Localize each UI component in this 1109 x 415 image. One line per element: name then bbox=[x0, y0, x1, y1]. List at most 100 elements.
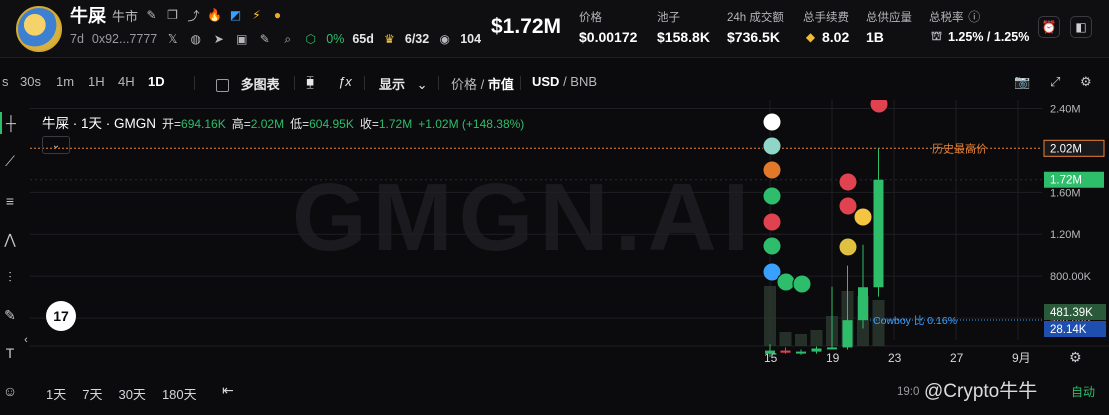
candle-type-icon[interactable]: ⧯ bbox=[306, 74, 314, 90]
range-30d[interactable]: 30天 bbox=[118, 384, 145, 403]
fib-icon[interactable]: ≡ bbox=[0, 190, 20, 212]
telegram-icon[interactable]: ➤ bbox=[211, 32, 226, 47]
interval-1d[interactable]: 1D bbox=[148, 74, 165, 89]
divider bbox=[364, 76, 365, 90]
token-meta-row: 7d 0x92...7777 𝕏 ◍ ➤ ▣ ✎ ⌕ ⬡ 0% 65d ♛ 6/… bbox=[70, 31, 481, 47]
y-tick-label: 800.00K bbox=[1050, 271, 1092, 283]
search-icon[interactable]: ⌕ bbox=[280, 32, 295, 47]
camera-icon[interactable]: 📷 bbox=[1014, 74, 1030, 90]
stat-total-fee: 总手续费 ◆ 8.02 bbox=[803, 12, 850, 45]
legend-change: +1.02M (+148.38%) bbox=[418, 117, 525, 131]
chart-settings-icon[interactable]: ⚙ bbox=[1069, 349, 1085, 365]
crosshair-icon[interactable]: ┼ bbox=[0, 112, 20, 134]
token-avatar[interactable] bbox=[16, 6, 62, 52]
legend-collapse-button[interactable]: ⌄ bbox=[42, 136, 70, 154]
trade-marker-icon bbox=[762, 236, 782, 256]
drawing-tools: ┼ ⟋ ≡ ⋀ ⫶ ✎ T ☺ ‹ bbox=[0, 104, 28, 415]
multi-chart-checkbox[interactable] bbox=[216, 79, 229, 93]
trade-marker-icon bbox=[762, 212, 782, 232]
sidebar-toggle-button[interactable]: ◧ bbox=[1070, 16, 1092, 38]
legend-close: 1.72M bbox=[378, 117, 413, 131]
interval-30s[interactable]: 30s bbox=[20, 74, 41, 89]
trade-marker-icon bbox=[776, 272, 796, 292]
candle-body bbox=[765, 350, 775, 354]
note-icon[interactable]: ✎ bbox=[257, 32, 272, 47]
y-tick-label: 1.20M bbox=[1050, 229, 1081, 241]
trade-marker-icon bbox=[869, 94, 889, 114]
interval-1h[interactable]: 1H bbox=[88, 74, 105, 89]
chevron-down-icon: ⌄ bbox=[416, 77, 428, 92]
legend-open: 694.16K bbox=[181, 117, 226, 131]
candle-body bbox=[827, 347, 837, 350]
price-mcap-toggle[interactable]: 价格 / 市值 bbox=[451, 74, 514, 93]
gear-icon[interactable]: ⚙ bbox=[1080, 74, 1092, 90]
alarm-button[interactable]: ⏰ bbox=[1038, 16, 1060, 38]
trade-marker-icon bbox=[838, 196, 858, 216]
emoji-icon[interactable]: ☺ bbox=[0, 380, 20, 402]
auto-scale-button[interactable]: 自动 bbox=[1071, 383, 1095, 400]
chart-toolbar: s 30s 1m 1H 4H 1D 多图表 ⧯ ƒx 显示 ⌄ 价格 / 市值 … bbox=[0, 68, 1109, 96]
bolt-icon: ⚡ bbox=[252, 8, 261, 22]
indicator-fx-icon[interactable]: ƒx bbox=[338, 74, 352, 89]
volume-bar bbox=[810, 330, 823, 346]
range-180d[interactable]: 180天 bbox=[162, 384, 197, 403]
trade-marker-icon bbox=[762, 112, 782, 132]
x-twitter-icon[interactable]: 𝕏 bbox=[165, 32, 180, 47]
brush-icon[interactable]: ✎ bbox=[0, 304, 20, 326]
interval-s[interactable]: s bbox=[2, 74, 9, 89]
badge-icon: ◩ bbox=[229, 8, 242, 22]
volume-value-a: 481.39K bbox=[1050, 307, 1093, 319]
price-chart[interactable]: GMGN.AI2.40M1.60M1.20M800.00K400.00K1519… bbox=[30, 94, 1109, 372]
chart-svg[interactable]: GMGN.AI2.40M1.60M1.20M800.00K400.00K1519… bbox=[30, 94, 1109, 372]
volume-bar bbox=[764, 286, 776, 346]
legend-low: 604.95K bbox=[309, 117, 354, 131]
token-tag: 牛市 bbox=[112, 8, 139, 24]
interval-4h[interactable]: 4H bbox=[118, 74, 135, 89]
edit-icon[interactable]: ✎ bbox=[144, 8, 159, 23]
stat-tax-rate: 总税率 ⓘ ⛫ 1.25% / 1.25% bbox=[929, 9, 1030, 44]
copy-icon[interactable]: ❐ bbox=[165, 8, 180, 23]
ath-axis-value: 2.02M bbox=[1050, 143, 1082, 155]
ath-label: 历史最高价 bbox=[932, 141, 987, 155]
help-icon[interactable]: ⓘ bbox=[967, 9, 982, 24]
holders-days: 65d bbox=[352, 32, 374, 46]
image-icon[interactable]: ▣ bbox=[234, 32, 249, 47]
tradingview-logo[interactable]: 17 bbox=[46, 301, 76, 331]
x-tick-label: 23 bbox=[888, 351, 902, 365]
pattern-icon[interactable]: ⋀ bbox=[0, 228, 20, 250]
fullscreen-icon[interactable]: ⤢ bbox=[1050, 74, 1060, 90]
chart-legend: 牛屎 · 1天 · GMGN 开=694.16K 高=2.02M 低=604.9… bbox=[42, 112, 524, 132]
stat-volume-24h: 24h 成交额 $736.5K bbox=[727, 12, 784, 45]
candle-body bbox=[811, 348, 822, 352]
candle-body bbox=[796, 351, 806, 354]
divider bbox=[520, 76, 521, 90]
interval-1m[interactable]: 1m bbox=[56, 74, 74, 89]
medal-icon: ● bbox=[273, 8, 282, 22]
currency-toggle[interactable]: USD / BNB bbox=[532, 74, 597, 89]
range-selector: 1天 7天 30天 180天 bbox=[46, 384, 197, 403]
token-address[interactable]: 0x92...7777 bbox=[92, 32, 157, 46]
holder-note: Cowboy 比 0.16% bbox=[873, 314, 957, 327]
candle-body bbox=[873, 179, 884, 288]
share-icon[interactable]: ⤴ bbox=[186, 8, 201, 23]
holders-pct: 0% bbox=[326, 32, 345, 46]
x-tick-label: 27 bbox=[950, 351, 964, 365]
trendline-icon[interactable]: ⟋ bbox=[0, 150, 20, 172]
forecast-icon[interactable]: ⫶ bbox=[0, 266, 20, 288]
text-icon[interactable]: T bbox=[0, 342, 20, 364]
divider bbox=[194, 76, 195, 90]
eye-icon: ◉ bbox=[439, 32, 450, 46]
market-cap-price: $1.72M bbox=[491, 15, 562, 38]
range-1d[interactable]: 1天 bbox=[46, 384, 66, 403]
calendar-icon[interactable]: ⇤ bbox=[222, 382, 240, 400]
range-7d[interactable]: 7天 bbox=[82, 384, 102, 403]
crown-icon: ♛ bbox=[383, 32, 395, 46]
display-dropdown[interactable]: 显示 ⌄ bbox=[379, 74, 428, 93]
volume-bar bbox=[779, 332, 792, 346]
globe-icon[interactable]: ◍ bbox=[188, 32, 203, 47]
trade-marker-icon bbox=[762, 186, 782, 206]
top-ratio: 6/32 bbox=[404, 32, 430, 46]
multi-chart-toggle[interactable]: 多图表 bbox=[216, 74, 280, 93]
legend-title: 牛屎 · 1天 · GMGN bbox=[42, 116, 156, 131]
view-count: 104 bbox=[460, 32, 482, 46]
